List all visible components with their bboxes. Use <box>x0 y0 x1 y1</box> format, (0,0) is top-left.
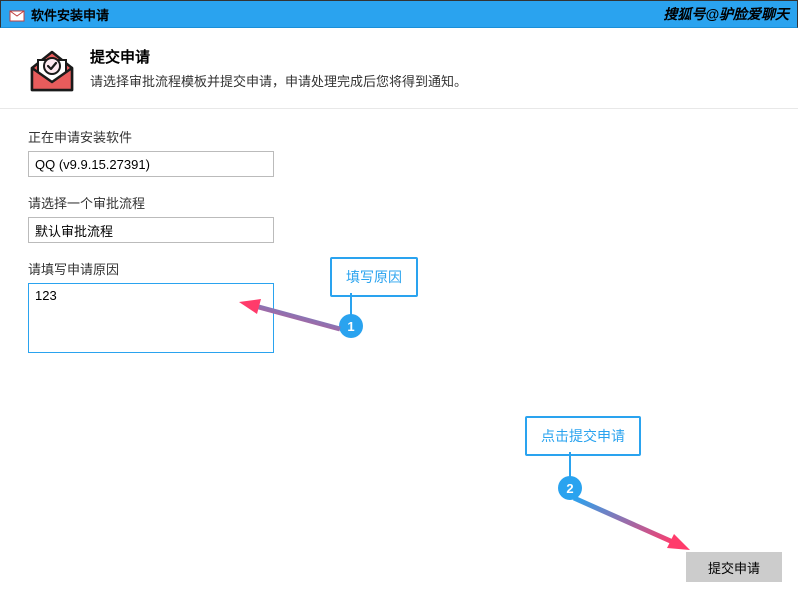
software-input[interactable] <box>28 151 274 177</box>
annotation-bubble-1: 1 <box>339 314 363 338</box>
titlebar: 软件安装申请 搜狐号@驴脸爱聊天 <box>0 0 798 28</box>
envelope-check-icon <box>28 46 76 94</box>
flow-input[interactable] <box>28 217 274 243</box>
submit-button[interactable]: 提交申请 <box>686 552 782 582</box>
header-section: 提交申请 请选择审批流程模板并提交申请，申请处理完成后您将得到通知。 <box>0 28 798 109</box>
annotation-callout-1: 填写原因 <box>330 257 418 297</box>
annotation-arrow-2 <box>560 488 695 556</box>
form-area: 正在申请安装软件 请选择一个审批流程 请填写申请原因 <box>0 109 798 392</box>
header-subtitle: 请选择审批流程模板并提交申请，申请处理完成后您将得到通知。 <box>90 71 467 90</box>
software-label: 正在申请安装软件 <box>28 127 770 146</box>
header-text: 提交申请 请选择审批流程模板并提交申请，申请处理完成后您将得到通知。 <box>90 46 467 94</box>
annotation-connector-2 <box>569 452 571 477</box>
header-title: 提交申请 <box>90 46 467 67</box>
field-flow: 请选择一个审批流程 <box>28 193 770 243</box>
window-title: 软件安装申请 <box>31 5 109 24</box>
reason-textarea[interactable] <box>28 283 274 353</box>
watermark-text: 搜狐号@驴脸爱聊天 <box>663 4 789 24</box>
titlebar-left: 软件安装申请 <box>9 5 109 24</box>
field-software: 正在申请安装软件 <box>28 127 770 177</box>
flow-label: 请选择一个审批流程 <box>28 193 770 212</box>
annotation-connector-1 <box>350 293 352 315</box>
annotation-bubble-2: 2 <box>558 476 582 500</box>
annotation-callout-2: 点击提交申请 <box>525 416 641 456</box>
app-icon <box>9 6 25 22</box>
